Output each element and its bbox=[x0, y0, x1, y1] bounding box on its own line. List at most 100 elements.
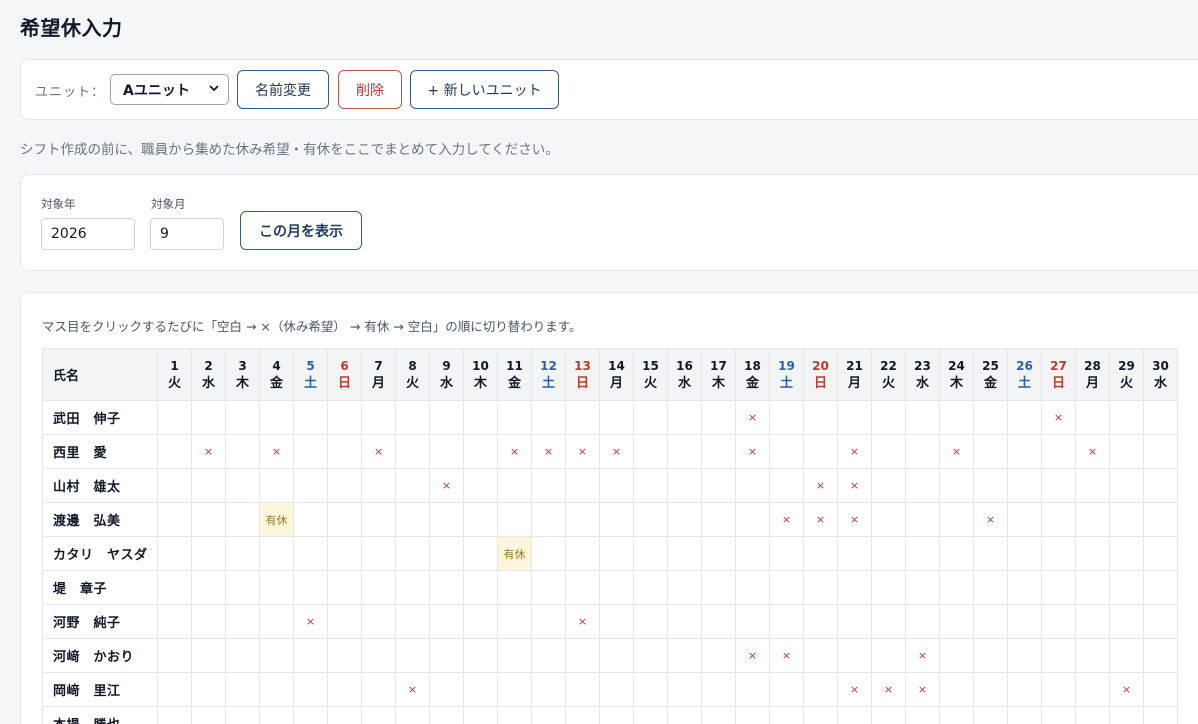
day-cell[interactable] bbox=[259, 570, 294, 605]
day-cell[interactable] bbox=[497, 468, 532, 503]
day-cell[interactable] bbox=[327, 434, 362, 469]
day-cell[interactable] bbox=[429, 672, 464, 707]
day-cell[interactable] bbox=[905, 434, 940, 469]
day-cell[interactable] bbox=[259, 604, 294, 639]
day-cell[interactable] bbox=[973, 638, 1008, 673]
day-cell[interactable] bbox=[429, 400, 464, 435]
day-cell[interactable] bbox=[701, 706, 736, 724]
day-cell[interactable] bbox=[599, 638, 634, 673]
day-cell[interactable] bbox=[429, 570, 464, 605]
day-cell[interactable] bbox=[429, 604, 464, 639]
day-cell[interactable] bbox=[1143, 604, 1178, 639]
day-cell[interactable] bbox=[531, 400, 566, 435]
day-cell[interactable] bbox=[1075, 570, 1110, 605]
day-cell[interactable] bbox=[157, 400, 192, 435]
day-cell[interactable] bbox=[1007, 604, 1042, 639]
day-cell[interactable] bbox=[497, 672, 532, 707]
day-cell[interactable] bbox=[1007, 672, 1042, 707]
day-cell[interactable] bbox=[1109, 468, 1144, 503]
day-cell[interactable] bbox=[395, 604, 430, 639]
day-cell[interactable] bbox=[1041, 604, 1076, 639]
day-cell[interactable] bbox=[1143, 638, 1178, 673]
day-cell[interactable] bbox=[225, 604, 260, 639]
delete-button[interactable]: 削除 bbox=[338, 70, 402, 109]
day-cell[interactable] bbox=[1041, 672, 1076, 707]
day-cell[interactable] bbox=[191, 536, 226, 571]
day-cell[interactable] bbox=[1109, 570, 1144, 605]
day-cell[interactable] bbox=[293, 706, 328, 724]
day-cell[interactable]: × bbox=[837, 434, 872, 469]
day-cell[interactable]: × bbox=[837, 468, 872, 503]
day-cell[interactable]: × bbox=[837, 502, 872, 537]
day-cell[interactable] bbox=[225, 638, 260, 673]
day-cell[interactable] bbox=[701, 502, 736, 537]
day-cell[interactable] bbox=[1075, 468, 1110, 503]
day-cell[interactable] bbox=[871, 570, 906, 605]
day-cell[interactable] bbox=[667, 502, 702, 537]
day-cell[interactable] bbox=[837, 400, 872, 435]
day-cell[interactable] bbox=[1007, 400, 1042, 435]
day-cell[interactable] bbox=[327, 672, 362, 707]
day-cell[interactable]: 有休 bbox=[497, 536, 532, 571]
day-cell[interactable] bbox=[361, 468, 396, 503]
day-cell[interactable] bbox=[259, 536, 294, 571]
day-cell[interactable] bbox=[1075, 536, 1110, 571]
day-cell[interactable]: × bbox=[1109, 672, 1144, 707]
day-cell[interactable] bbox=[837, 638, 872, 673]
day-cell[interactable] bbox=[735, 706, 770, 724]
day-cell[interactable]: × bbox=[395, 672, 430, 707]
day-cell[interactable] bbox=[837, 604, 872, 639]
day-cell[interactable] bbox=[667, 400, 702, 435]
day-cell[interactable] bbox=[701, 604, 736, 639]
day-cell[interactable] bbox=[395, 706, 430, 724]
day-cell[interactable] bbox=[531, 706, 566, 724]
day-cell[interactable] bbox=[157, 672, 192, 707]
day-cell[interactable] bbox=[701, 468, 736, 503]
day-cell[interactable] bbox=[293, 400, 328, 435]
day-cell[interactable] bbox=[395, 570, 430, 605]
day-cell[interactable] bbox=[565, 706, 600, 724]
day-cell[interactable] bbox=[769, 672, 804, 707]
day-cell[interactable] bbox=[259, 638, 294, 673]
day-cell[interactable] bbox=[293, 536, 328, 571]
day-cell[interactable] bbox=[735, 672, 770, 707]
day-cell[interactable] bbox=[701, 434, 736, 469]
day-cell[interactable] bbox=[157, 604, 192, 639]
day-cell[interactable] bbox=[565, 570, 600, 605]
day-cell[interactable]: × bbox=[361, 434, 396, 469]
day-cell[interactable] bbox=[667, 570, 702, 605]
day-cell[interactable] bbox=[497, 570, 532, 605]
day-cell[interactable] bbox=[837, 536, 872, 571]
day-cell[interactable] bbox=[1109, 400, 1144, 435]
day-cell[interactable] bbox=[939, 468, 974, 503]
day-cell[interactable] bbox=[633, 468, 668, 503]
day-cell[interactable] bbox=[939, 502, 974, 537]
day-cell[interactable] bbox=[871, 502, 906, 537]
day-cell[interactable]: × bbox=[837, 672, 872, 707]
day-cell[interactable] bbox=[463, 604, 498, 639]
day-cell[interactable] bbox=[803, 604, 838, 639]
day-cell[interactable] bbox=[633, 400, 668, 435]
day-cell[interactable] bbox=[973, 706, 1008, 724]
day-cell[interactable] bbox=[429, 434, 464, 469]
day-cell[interactable] bbox=[599, 706, 634, 724]
year-input[interactable]: 2026 bbox=[41, 218, 135, 250]
day-cell[interactable] bbox=[565, 672, 600, 707]
day-cell[interactable] bbox=[599, 536, 634, 571]
day-cell[interactable] bbox=[191, 604, 226, 639]
day-cell[interactable] bbox=[1041, 638, 1076, 673]
day-cell[interactable] bbox=[633, 638, 668, 673]
day-cell[interactable] bbox=[327, 604, 362, 639]
day-cell[interactable] bbox=[259, 706, 294, 724]
day-cell[interactable] bbox=[1109, 536, 1144, 571]
day-cell[interactable] bbox=[905, 536, 940, 571]
day-cell[interactable] bbox=[939, 604, 974, 639]
new-unit-button[interactable]: + 新しいユニット bbox=[410, 70, 559, 109]
day-cell[interactable] bbox=[225, 400, 260, 435]
day-cell[interactable] bbox=[871, 400, 906, 435]
day-cell[interactable] bbox=[293, 570, 328, 605]
day-cell[interactable] bbox=[225, 434, 260, 469]
day-cell[interactable] bbox=[327, 638, 362, 673]
day-cell[interactable] bbox=[463, 502, 498, 537]
day-cell[interactable] bbox=[429, 638, 464, 673]
